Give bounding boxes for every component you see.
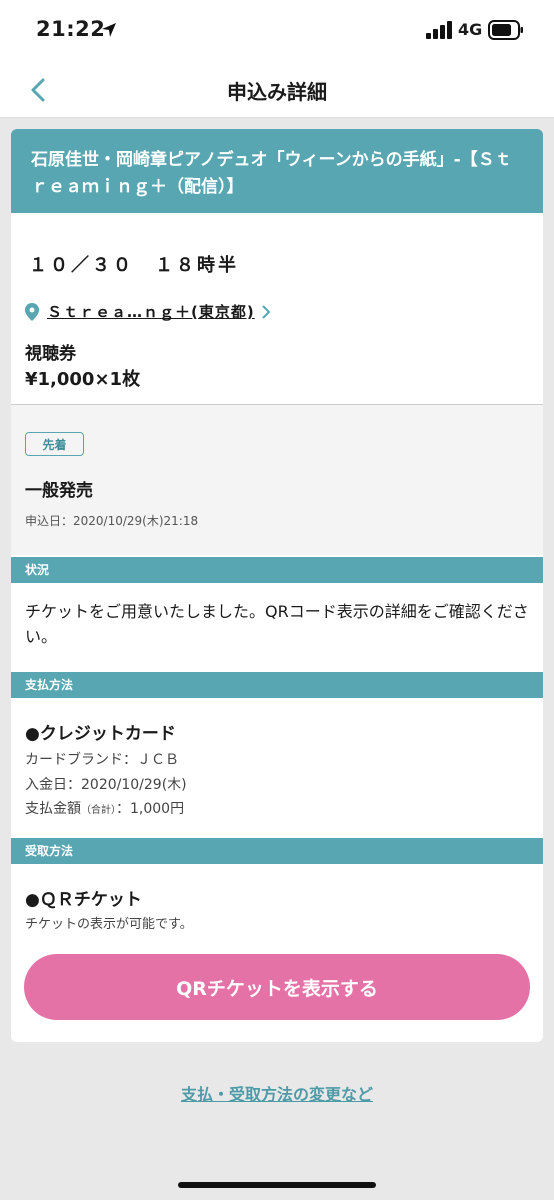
payment-method: ●クレジットカード: [25, 724, 176, 744]
event-title: 石原佳世・岡崎章ピアノデュオ「ウィーンからの手紙」-【Ｓｔｒｅａｍｉｎｇ＋（配信…: [11, 129, 543, 213]
cellular-signal-icon: [426, 21, 452, 39]
section-header-receive: 受取方法: [11, 838, 543, 864]
location-arrow-icon: [102, 23, 116, 37]
ticket-price: ¥1,000×1枚: [25, 369, 141, 390]
receive-method: ●ＱＲチケット: [25, 890, 142, 910]
venue-link-row[interactable]: Ｓｔｒｅａ…ｎｇ＋(東京都): [25, 301, 271, 322]
amount-note: （合計）: [81, 805, 116, 816]
section-header-payment: 支払方法: [11, 672, 543, 698]
amount-value: ：1,000円: [116, 801, 185, 817]
event-date: １０／３０ １８時半: [29, 255, 239, 276]
chevron-right-icon: [262, 304, 271, 319]
application-detail-card: 石原佳世・岡崎章ピアノデュオ「ウィーンからの手紙」-【Ｓｔｒｅａｍｉｎｇ＋（配信…: [11, 129, 543, 1042]
home-indicator: [178, 1182, 376, 1188]
sale-name: 一般発売: [25, 481, 93, 501]
card-brand: カードブランド：ＪＣＢ: [25, 752, 179, 768]
network-label: 4G: [458, 20, 483, 39]
sale-info: 先着 一般発売 申込日：2020/10/29(木)21:18: [11, 404, 543, 555]
amount-label: 支払金額: [25, 801, 81, 817]
receive-note: チケットの表示が可能です。: [25, 917, 193, 932]
section-header-status: 状況: [11, 557, 543, 583]
show-qr-ticket-button[interactable]: QRチケットを表示する: [24, 954, 530, 1020]
change-methods-link[interactable]: 支払・受取方法の変更など: [0, 1081, 554, 1105]
sale-type-badge: 先着: [25, 432, 84, 456]
map-pin-icon: [25, 302, 39, 321]
venue-link[interactable]: Ｓｔｒｅａ…ｎｇ＋(東京都): [47, 301, 255, 322]
paid-date: 入金日：2020/10/29(木): [25, 777, 187, 793]
battery-icon: [488, 20, 523, 40]
navigation-bar: 申込み詳細: [0, 62, 554, 118]
status-time: 21:22: [36, 17, 106, 41]
apply-date: 申込日：2020/10/29(木)21:18: [25, 514, 199, 528]
payment-amount: 支払金額（合計）：1,000円: [25, 798, 184, 818]
status-message: チケットをご用意いたしました。QRコード表示の詳細をご確認ください。: [25, 602, 529, 646]
status-bar: 21:22 4G: [0, 0, 554, 62]
page-title: 申込み詳細: [227, 80, 327, 104]
ticket-type: 視聴券: [25, 344, 76, 364]
